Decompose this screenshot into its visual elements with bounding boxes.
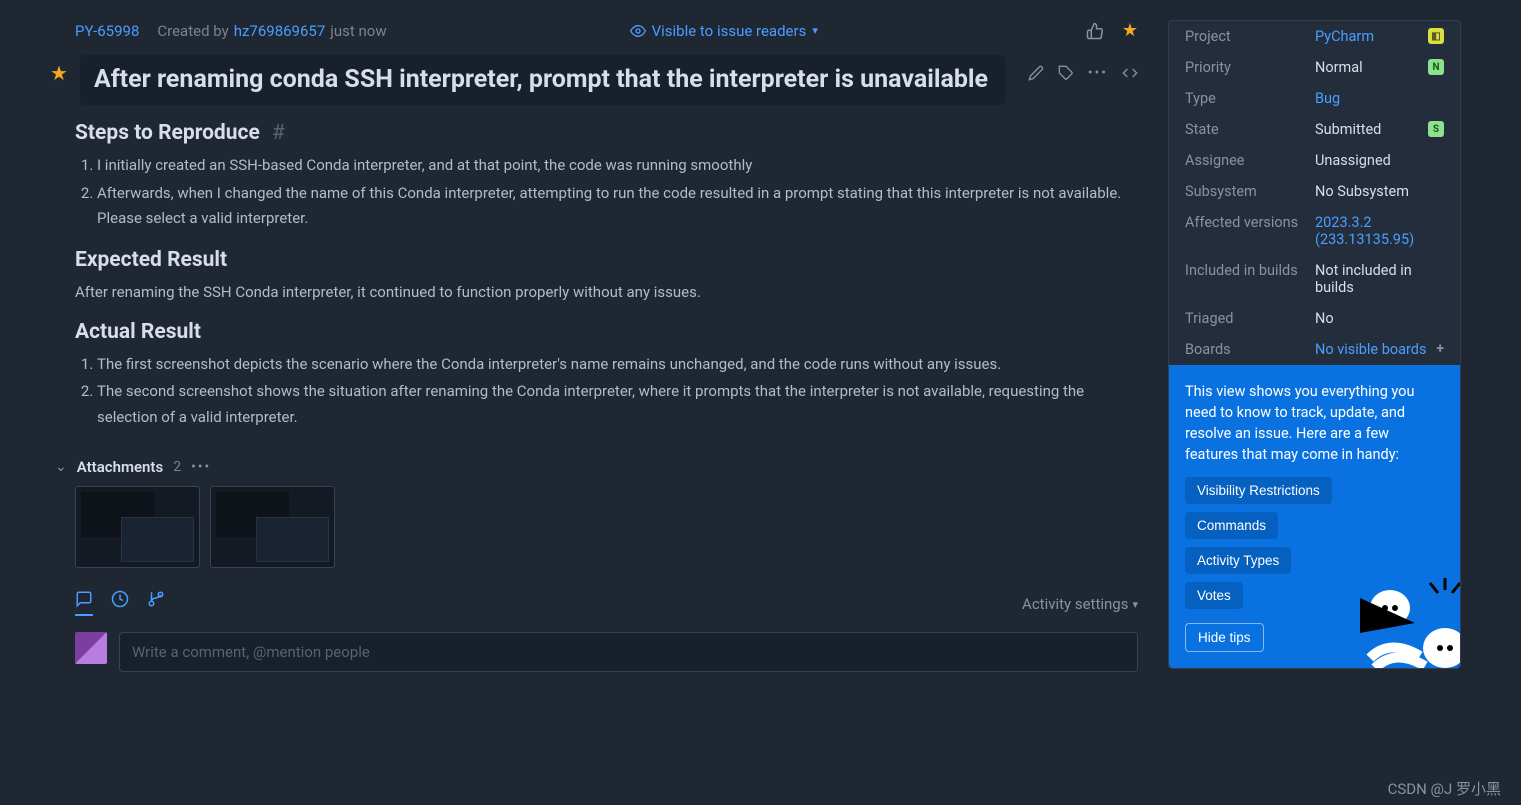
- actual-list: The first screenshot depicts the scenari…: [97, 352, 1138, 431]
- tip-activity[interactable]: Activity Types: [1185, 547, 1291, 574]
- tab-vcs[interactable]: [147, 590, 165, 616]
- issue-id[interactable]: PY-65998: [75, 22, 139, 40]
- tips-text: This view shows you everything you need …: [1185, 381, 1444, 465]
- created-time: just now: [330, 22, 386, 40]
- tips-panel: This view shows you everything you need …: [1169, 365, 1460, 668]
- attachment-thumb[interactable]: [75, 486, 200, 568]
- field-assignee[interactable]: Assignee Unassigned: [1169, 145, 1460, 176]
- activity-settings[interactable]: Activity settings ▾: [1022, 595, 1138, 613]
- add-board-icon[interactable]: +: [1436, 341, 1444, 357]
- field-boards[interactable]: Boards No visible boards +: [1169, 334, 1460, 365]
- thumbs-up-icon[interactable]: [1086, 22, 1104, 40]
- visibility-toggle[interactable]: Visible to issue readers ▾: [630, 22, 818, 40]
- field-included[interactable]: Included in builds Not included in build…: [1169, 255, 1460, 303]
- tip-commands[interactable]: Commands: [1185, 512, 1278, 539]
- actual-heading: Actual Result: [75, 320, 1138, 344]
- star-toggle[interactable]: ★: [50, 61, 68, 85]
- field-subsystem[interactable]: Subsystem No Subsystem: [1169, 176, 1460, 207]
- field-type[interactable]: Type Bug: [1169, 83, 1460, 114]
- field-project[interactable]: Project PyCharm ◧: [1169, 21, 1460, 52]
- attachments-label[interactable]: Attachments: [77, 458, 163, 476]
- tip-votes[interactable]: Votes: [1185, 582, 1243, 609]
- tips-illustration: [1330, 568, 1460, 668]
- avatar: [75, 632, 107, 664]
- field-priority[interactable]: Priority Normal N: [1169, 52, 1460, 83]
- list-item: Afterwards, when I changed the name of t…: [97, 181, 1138, 232]
- field-triaged[interactable]: Triaged No: [1169, 303, 1460, 334]
- tip-visibility[interactable]: Visibility Restrictions: [1185, 477, 1332, 504]
- comment-icon: [75, 590, 93, 608]
- branch-icon: [147, 590, 165, 608]
- tag-icon[interactable]: [1058, 65, 1074, 81]
- title-text: After renaming conda SSH interpreter, pr…: [94, 65, 992, 95]
- issue-title[interactable]: After renaming conda SSH interpreter, pr…: [80, 55, 1006, 105]
- edit-icon[interactable]: [1028, 65, 1044, 81]
- list-item: I initially created an SSH-based Conda i…: [97, 153, 1138, 179]
- expected-heading: Expected Result: [75, 248, 1138, 272]
- watermark: CSDN @J 罗小黑: [1388, 778, 1501, 799]
- code-icon[interactable]: [1122, 65, 1138, 81]
- field-affected[interactable]: Affected versions 2023.3.2 (233.13135.95…: [1169, 207, 1460, 255]
- hide-tips-button[interactable]: Hide tips: [1185, 623, 1264, 652]
- chevron-down-icon: ▾: [812, 24, 818, 37]
- anchor-icon[interactable]: #: [272, 121, 285, 145]
- project-icon: ◧: [1428, 28, 1444, 44]
- state-badge: S: [1428, 121, 1444, 137]
- visibility-label: Visible to issue readers: [652, 22, 807, 40]
- eye-icon: [630, 23, 646, 39]
- tab-comments[interactable]: [75, 590, 93, 616]
- author-link[interactable]: hz769869657: [234, 22, 326, 40]
- list-item: The first screenshot depicts the scenari…: [97, 352, 1138, 378]
- more-icon[interactable]: •••: [191, 459, 211, 475]
- priority-badge: N: [1428, 59, 1444, 75]
- more-icon[interactable]: •••: [1088, 65, 1108, 81]
- created-by: Created by hz769869657 just now: [157, 22, 386, 40]
- comment-input[interactable]: Write a comment, @mention people: [119, 632, 1138, 672]
- field-state[interactable]: State Submitted S: [1169, 114, 1460, 145]
- tab-history[interactable]: [111, 590, 129, 616]
- attachment-thumb[interactable]: [210, 486, 335, 568]
- list-item: The second screenshot shows the situatio…: [97, 379, 1138, 430]
- history-icon: [111, 590, 129, 608]
- star-icon[interactable]: ★: [1122, 20, 1138, 41]
- created-by-prefix: Created by: [157, 22, 228, 40]
- attachments-count: 2: [173, 459, 181, 475]
- steps-list: I initially created an SSH-based Conda i…: [97, 153, 1138, 232]
- chevron-down-icon[interactable]: ⌄: [55, 459, 67, 475]
- expected-text: After renaming the SSH Conda interpreter…: [75, 280, 1138, 304]
- steps-heading: Steps to Reproduce #: [75, 121, 1138, 145]
